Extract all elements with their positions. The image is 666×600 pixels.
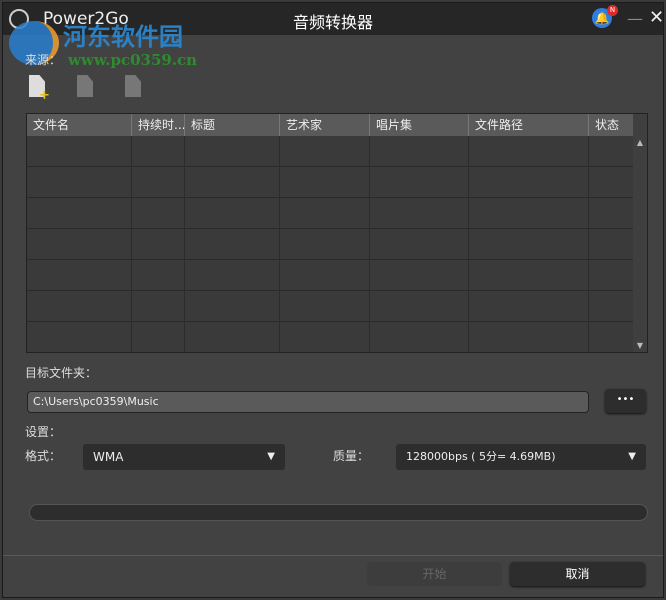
remove-file-icon bbox=[77, 75, 93, 97]
column-divider bbox=[369, 136, 370, 352]
start-button[interactable]: 开始 bbox=[367, 562, 502, 586]
column-header-album[interactable]: 唱片集 bbox=[369, 114, 468, 136]
conversion-progress-bar bbox=[29, 504, 648, 521]
column-header-duration[interactable]: 持续时... bbox=[131, 114, 184, 136]
remove-file-button[interactable] bbox=[75, 75, 97, 101]
table-row bbox=[27, 229, 634, 260]
column-header-title[interactable]: 标题 bbox=[184, 114, 279, 136]
notification-badge: N bbox=[607, 5, 618, 16]
table-scrollbar[interactable]: ▲ ▼ bbox=[633, 114, 647, 352]
column-divider bbox=[468, 136, 469, 352]
scroll-down-icon[interactable]: ▼ bbox=[633, 341, 647, 350]
quality-label: 质量： bbox=[333, 449, 370, 463]
audio-converter-window: Power2Go 音频转换器 🔔 N — ✕ 河东软件园 来源： www.pc0… bbox=[2, 2, 664, 598]
format-label: 格式： bbox=[25, 449, 62, 463]
add-file-button[interactable]: + bbox=[27, 75, 50, 103]
quality-value: 128000bps ( 5分= 4.69MB) bbox=[406, 450, 556, 463]
column-divider bbox=[588, 136, 589, 352]
column-divider bbox=[279, 136, 280, 352]
quality-select[interactable]: 128000bps ( 5分= 4.69MB) ▼ bbox=[396, 444, 646, 470]
format-value: WMA bbox=[93, 450, 124, 464]
cancel-button[interactable]: 取消 bbox=[510, 562, 645, 586]
settings-label: 设置： bbox=[25, 425, 62, 439]
chevron-down-icon: ▼ bbox=[628, 451, 636, 462]
watermark-url: www.pc0359.cn bbox=[68, 51, 198, 69]
table-row bbox=[27, 136, 634, 167]
scroll-up-icon[interactable]: ▲ bbox=[633, 138, 647, 147]
column-header-artist[interactable]: 艺术家 bbox=[279, 114, 369, 136]
file-table[interactable]: 文件名 持续时... 标题 艺术家 唱片集 文件路径 状态 ▲ ▼ bbox=[26, 113, 648, 353]
column-header-filename[interactable]: 文件名 bbox=[27, 114, 131, 136]
table-row bbox=[27, 167, 634, 198]
remove-all-icon bbox=[125, 75, 141, 97]
destination-path-input[interactable]: C:\Users\pc0359\Music bbox=[27, 391, 589, 413]
column-header-filepath[interactable]: 文件路径 bbox=[468, 114, 588, 136]
destination-label: 目标文件夹： bbox=[25, 366, 98, 380]
watermark-site-name: 河东软件园 bbox=[63, 22, 183, 51]
format-select[interactable]: WMA ▼ bbox=[83, 444, 285, 470]
minimize-button[interactable]: — bbox=[627, 9, 643, 28]
column-divider bbox=[131, 136, 132, 352]
source-label: 来源： bbox=[25, 53, 62, 67]
footer-divider bbox=[3, 555, 663, 556]
table-header: 文件名 持续时... 标题 艺术家 唱片集 文件路径 状态 bbox=[27, 114, 634, 136]
table-row bbox=[27, 260, 634, 291]
close-button[interactable]: ✕ bbox=[649, 7, 664, 28]
table-row bbox=[27, 291, 634, 322]
chevron-down-icon: ▼ bbox=[267, 451, 275, 462]
table-row bbox=[27, 198, 634, 229]
column-header-status[interactable]: 状态 bbox=[588, 114, 634, 136]
column-divider bbox=[184, 136, 185, 352]
remove-all-button[interactable] bbox=[123, 75, 145, 101]
browse-button[interactable]: ••• bbox=[605, 389, 646, 413]
